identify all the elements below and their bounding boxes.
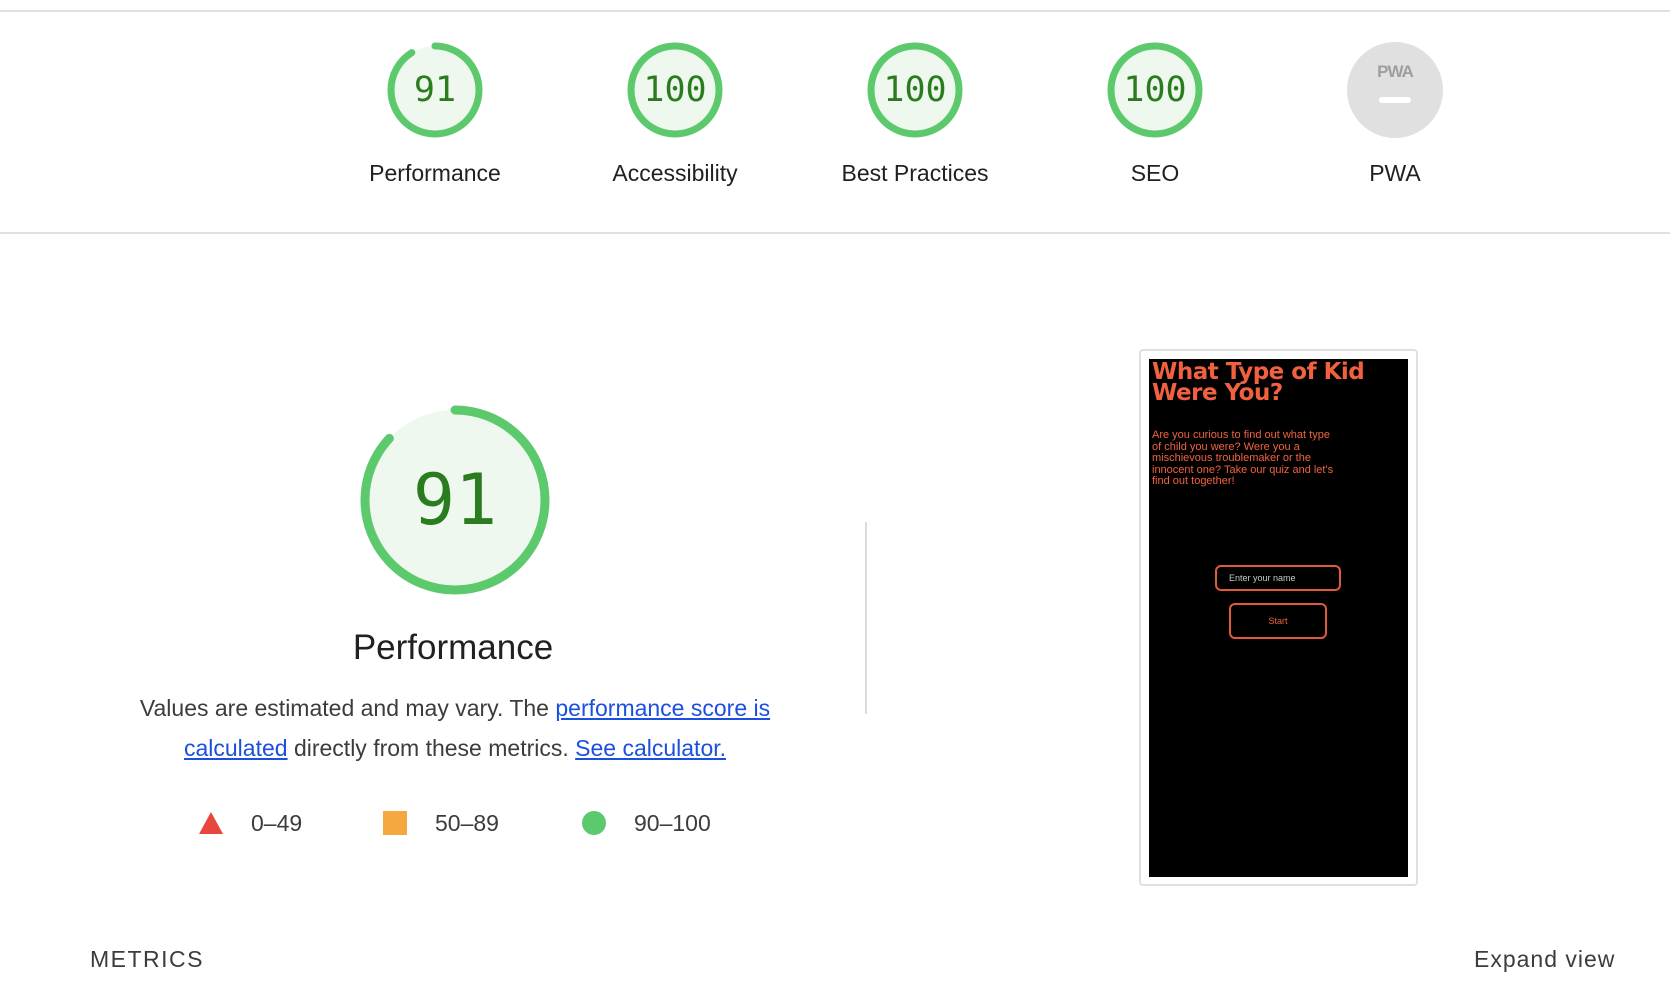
header-divider [0,232,1670,234]
pwa-na-icon [1347,42,1443,138]
legend-average: 50–89 [383,808,499,838]
metrics-heading: METRICS [90,946,204,972]
performance-score: 91 [412,459,498,541]
final-screenshot[interactable]: What Type of Kid Were You? Are you curio… [1139,349,1418,886]
vertical-divider [865,522,867,714]
performance-gauge-large: 91 [355,400,555,600]
top-divider [0,10,1670,12]
gauge-label: Performance [369,160,501,186]
screenshot-title: What Type of Kid Were You? [1152,359,1365,406]
gauge-score: 100 [1123,70,1187,110]
gauge-label: SEO [1130,160,1180,186]
gauge-score: 100 [643,70,707,110]
legend-fail: 0–49 [199,808,302,838]
performance-description: Values are estimated and may vary. The p… [110,688,800,768]
orange-square-icon [383,811,407,835]
gauge-score: 91 [413,70,457,110]
gauge-label: PWA [1369,160,1421,186]
gauge-score: 100 [883,70,947,110]
expand-view-button[interactable]: Expand view [1474,946,1615,973]
na-dash-icon [1379,97,1411,103]
legend-range: 50–89 [435,809,499,836]
desc-text: Values are estimated and may vary. The [139,695,556,721]
performance-title: Performance [352,628,554,667]
green-circle-icon [582,811,606,835]
gauge-label: Best Practices [841,160,989,186]
screenshot-start-button: Start [1229,603,1327,639]
legend-pass: 90–100 [582,808,711,838]
gauge-pwa[interactable]: PWA PWA [1275,40,1515,210]
pwa-badge-text: PWA [1377,62,1414,81]
gauge-performance[interactable]: 91 Performance [315,40,555,210]
gauge-label: Accessibility [612,160,738,186]
desc-text: directly from these metrics. [287,735,576,761]
gauge-best-practices[interactable]: 100 Best Practices [795,40,1035,210]
see-calculator-link[interactable]: See calculator. [575,735,726,761]
legend-range: 90–100 [634,809,711,836]
screenshot-page: What Type of Kid Were You? Are you curio… [1149,359,1408,877]
gauge-accessibility[interactable]: 100 Accessibility [555,40,795,210]
red-triangle-icon [199,812,223,834]
gauge-seo[interactable]: 100 SEO [1035,40,1275,210]
legend-range: 0–49 [251,809,303,836]
screenshot-body: Are you curious to find out what type of… [1152,429,1334,487]
screenshot-name-input: Enter your name [1215,565,1341,591]
